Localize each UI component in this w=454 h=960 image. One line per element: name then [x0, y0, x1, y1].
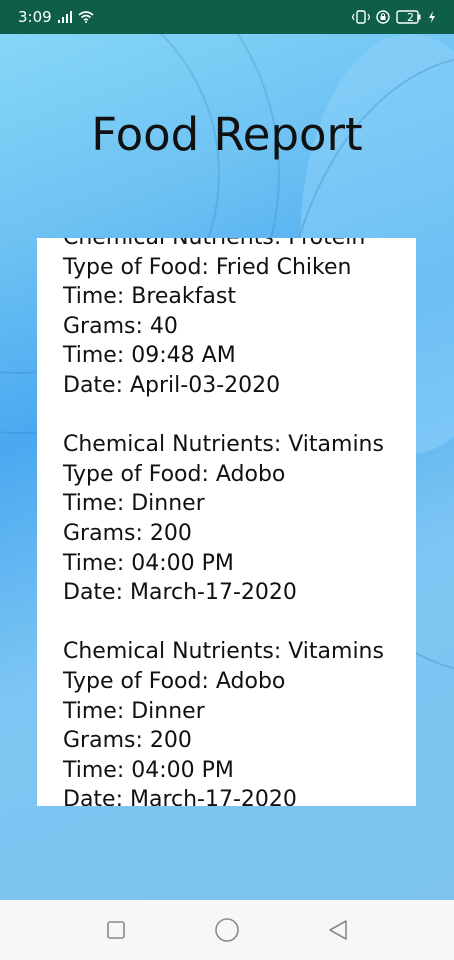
vibrate-icon — [352, 10, 370, 24]
report-entry: Chemical Nutrients: Protein Type of Food… — [63, 238, 416, 401]
lock-rotation-icon — [376, 10, 390, 24]
status-bar: 3:09 2 — [0, 0, 454, 34]
entry-food-type: Type of Food: Fried Chiken — [63, 254, 352, 280]
entry-date: Date: March-17-2020 — [63, 787, 297, 806]
page-title: Food Report — [91, 108, 363, 161]
entry-meal: Time: Breakfast — [63, 284, 236, 310]
entry-nutrients: Chemical Nutrients: Protein — [63, 238, 416, 253]
entry-nutrients: Chemical Nutrients: Vitamins — [63, 639, 384, 665]
circle-icon — [215, 918, 239, 942]
report-entry: Chemical Nutrients: Vitamins Type of Foo… — [63, 637, 416, 806]
entry-food-type: Type of Food: Adobo — [63, 461, 286, 487]
triangle-back-icon — [329, 920, 348, 940]
entry-nutrients: Chemical Nutrients: Vitamins — [63, 432, 384, 458]
system-nav-bar — [0, 900, 454, 960]
report-list-panel[interactable]: Chemical Nutrients: Protein Type of Food… — [37, 238, 416, 806]
back-button[interactable] — [318, 910, 358, 950]
entry-date: Date: April-03-2020 — [63, 372, 281, 398]
entry-grams: Grams: 40 — [63, 313, 178, 339]
battery-level: 2 — [407, 10, 414, 24]
report-list[interactable]: Chemical Nutrients: Protein Type of Food… — [63, 238, 416, 806]
square-icon — [106, 921, 125, 939]
entry-time: Time: 04:00 PM — [63, 550, 234, 576]
report-entry: Chemical Nutrients: Vitamins Type of Foo… — [63, 430, 416, 608]
entry-grams: Grams: 200 — [63, 728, 192, 754]
entry-grams: Grams: 200 — [63, 520, 192, 546]
signal-icon — [57, 11, 72, 23]
entry-food-type: Type of Food: Adobo — [63, 668, 286, 694]
recents-button[interactable] — [96, 910, 136, 950]
clock: 3:09 — [18, 8, 52, 26]
entry-meal: Time: Dinner — [63, 698, 205, 724]
entry-time: Time: 04:00 PM — [63, 757, 234, 783]
entry-date: Date: March-17-2020 — [63, 580, 297, 606]
wifi-icon — [78, 11, 94, 23]
entry-meal: Time: Dinner — [63, 491, 205, 517]
charging-icon — [428, 11, 436, 23]
entry-time: Time: 09:48 AM — [63, 343, 236, 369]
home-button[interactable] — [207, 910, 247, 950]
